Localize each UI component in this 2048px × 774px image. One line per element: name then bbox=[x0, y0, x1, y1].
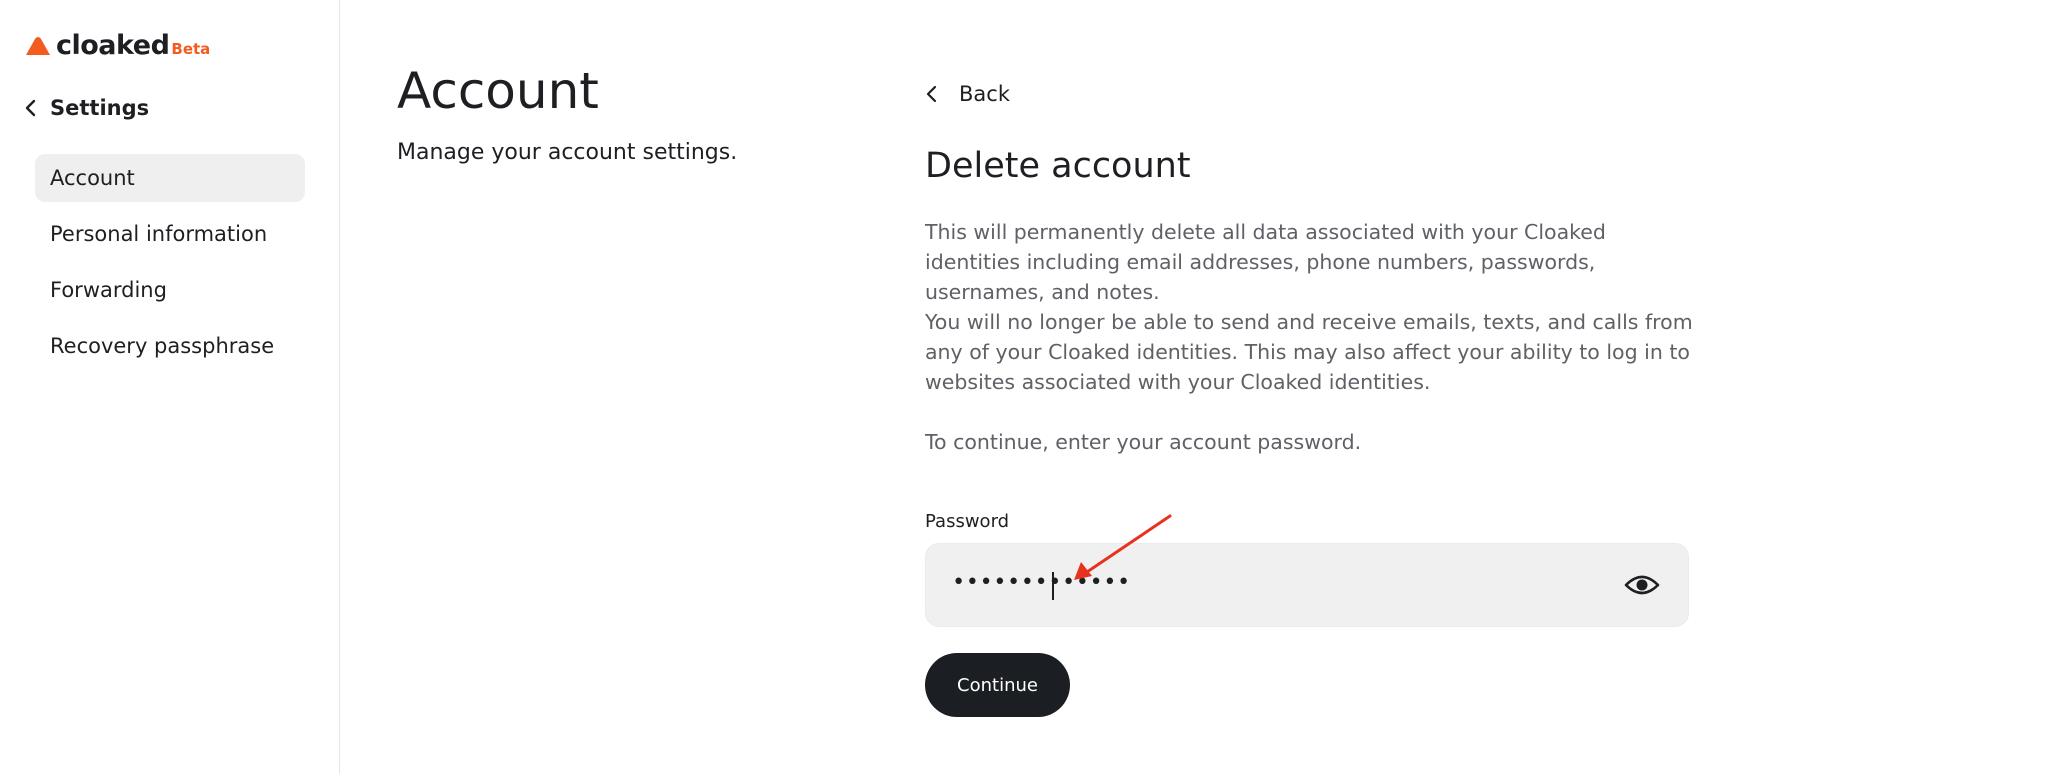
continue-button[interactable]: Continue bbox=[925, 653, 1070, 717]
sidebar-item-account[interactable]: Account bbox=[35, 154, 305, 202]
page-title: Account bbox=[397, 62, 599, 120]
password-field[interactable]: ••••••••••••• bbox=[925, 543, 1689, 627]
brand-logo[interactable]: cloaked Beta bbox=[24, 30, 210, 61]
continue-instruction: To continue, enter your account password… bbox=[925, 430, 1362, 454]
sidebar-item-personal-information[interactable]: Personal information bbox=[35, 210, 305, 258]
back-label: Back bbox=[959, 82, 1010, 106]
eye-icon[interactable] bbox=[1624, 570, 1660, 600]
sidebar-item-label: Recovery passphrase bbox=[50, 334, 275, 358]
sidebar-item-forwarding[interactable]: Forwarding bbox=[35, 266, 305, 314]
chevron-left-icon bbox=[25, 99, 36, 117]
delete-warning-paragraph: This will permanently delete all data as… bbox=[925, 220, 1606, 304]
brand-name: cloaked bbox=[56, 30, 170, 61]
annotation-arrow-icon bbox=[1074, 514, 1172, 580]
text-caret bbox=[1052, 572, 1054, 600]
settings-nav: Account Personal information Forwarding … bbox=[35, 154, 305, 378]
sidebar-item-recovery-passphrase[interactable]: Recovery passphrase bbox=[35, 322, 305, 370]
chevron-left-icon bbox=[926, 85, 937, 103]
settings-back-label: Settings bbox=[50, 96, 150, 120]
sidebar-item-label: Personal information bbox=[50, 222, 268, 246]
settings-back-link[interactable]: Settings bbox=[24, 96, 149, 120]
password-label: Password bbox=[925, 511, 1010, 532]
back-link[interactable]: Back bbox=[925, 82, 1010, 106]
cloaked-logo-icon bbox=[26, 36, 50, 55]
page-subtitle: Manage your account settings. bbox=[397, 140, 738, 165]
delete-account-title: Delete account bbox=[925, 146, 1191, 186]
delete-warning-paragraph: You will no longer be able to send and r… bbox=[925, 310, 1693, 394]
beta-badge: Beta bbox=[171, 40, 211, 58]
sidebar-item-label: Forwarding bbox=[50, 278, 167, 302]
sidebar: cloaked Beta Settings Account Personal i… bbox=[0, 0, 340, 774]
sidebar-item-label: Account bbox=[50, 166, 135, 190]
